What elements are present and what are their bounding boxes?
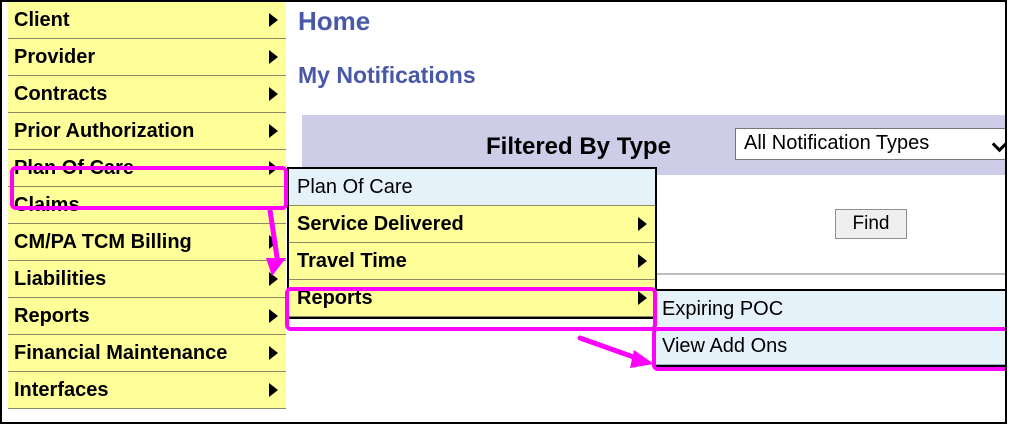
- annotation-arrows: [266, 207, 654, 368]
- arrow-line: [267, 207, 281, 267]
- arrow-head-icon: [266, 258, 286, 276]
- app-frame: Client Provider Contracts Prior Authoriz…: [0, 0, 1007, 424]
- arrow-head-icon: [630, 350, 654, 368]
